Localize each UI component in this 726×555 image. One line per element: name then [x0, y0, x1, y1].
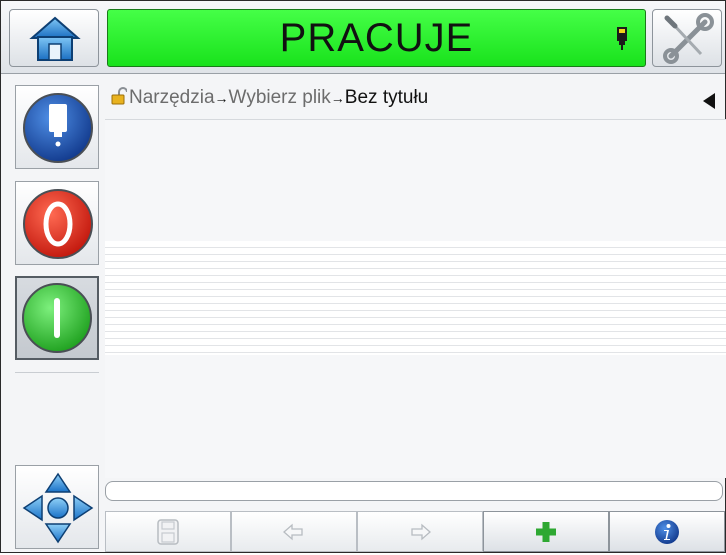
ink-nozzle-button[interactable] — [15, 85, 99, 169]
add-button[interactable] — [483, 511, 609, 552]
app-window: PRACUJE Narzędzia→Wybierz plik→Bez tytuł… — [0, 0, 726, 553]
undo-icon — [283, 523, 303, 540]
breadcrumb-separator: → — [214, 90, 229, 106]
ink-cartridge-icon — [617, 27, 627, 50]
start-button[interactable] — [15, 276, 99, 360]
navigation-button[interactable] — [15, 465, 99, 549]
sidebar-spacer — [15, 372, 99, 465]
start-icon — [22, 283, 92, 353]
breadcrumb-item-tools[interactable]: Narzędzia — [129, 87, 215, 108]
wrench-screwdriver-icon — [663, 13, 714, 64]
breadcrumb-item-select-file[interactable]: Wybierz plik — [229, 87, 331, 108]
home-icon — [29, 16, 81, 61]
status-indicator[interactable]: PRACUJE — [107, 9, 646, 67]
home-button[interactable] — [9, 9, 99, 67]
save-icon — [157, 518, 179, 545]
tools-button[interactable] — [652, 9, 722, 67]
top-bar: PRACUJE — [1, 1, 725, 74]
info-icon — [655, 519, 679, 544]
redo-button[interactable] — [357, 511, 483, 552]
status-text: PRACUJE — [279, 16, 474, 60]
print-lines-band[interactable] — [105, 241, 726, 355]
info-button[interactable] — [609, 511, 725, 552]
breadcrumb-separator: → — [330, 90, 345, 106]
unlocked-padlock-icon[interactable] — [111, 87, 127, 105]
navigation-arrows-icon — [22, 472, 94, 544]
message-editor-area[interactable] — [105, 119, 726, 478]
redo-icon — [411, 523, 431, 540]
plus-icon — [536, 521, 556, 542]
triangle-left-icon[interactable] — [701, 92, 717, 110]
breadcrumb: Narzędzia→Wybierz plik→Bez tytułu — [111, 87, 428, 113]
nozzle-icon — [23, 93, 93, 163]
text-entry-field[interactable] — [105, 481, 723, 501]
save-button[interactable] — [105, 511, 231, 552]
stop-icon — [23, 189, 93, 259]
breadcrumb-item-current: Bez tytułu — [344, 87, 429, 108]
undo-button[interactable] — [231, 511, 357, 552]
stop-button[interactable] — [15, 181, 99, 265]
